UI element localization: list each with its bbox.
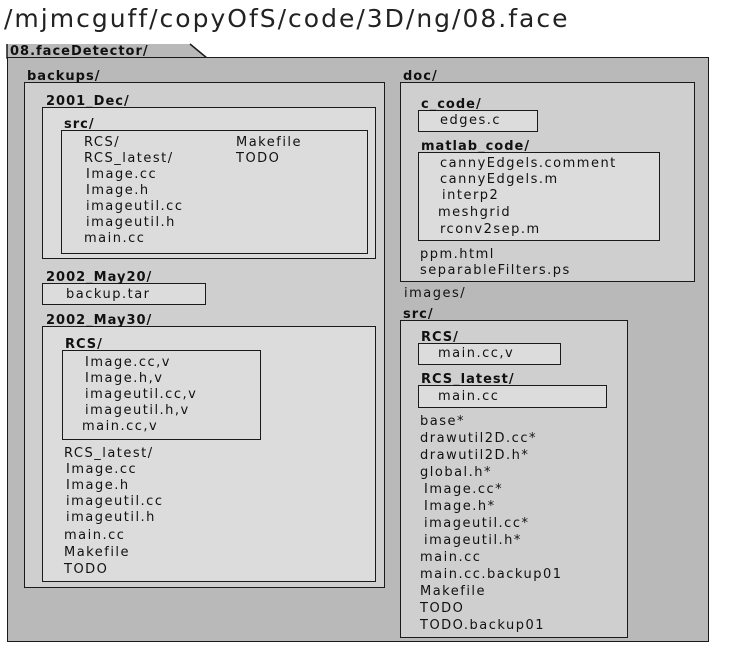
file-image-h-v[interactable]: Image.h,v <box>85 371 163 386</box>
file-makefile-2[interactable]: Makefile <box>64 545 130 560</box>
src-rcs-latest-label: RCS_latest/ <box>421 372 515 387</box>
file-drawutil2d-h[interactable]: drawutil2D.h* <box>420 448 529 463</box>
matlab-code-label: matlab_code/ <box>421 139 531 154</box>
file-main-cc-v-2[interactable]: main.cc,v <box>438 346 514 361</box>
dec2001-src-label: src/ <box>64 117 95 132</box>
root-folder-label: 08.faceDetector/ <box>10 44 149 59</box>
dec2001-folder-label: 2001_Dec/ <box>46 94 130 109</box>
file-main-cc-4[interactable]: main.cc <box>420 550 481 565</box>
file-imageutil-h-2[interactable]: imageutil.h <box>66 510 156 525</box>
file-imageutil-cc-2[interactable]: imageutil.cc <box>66 494 163 509</box>
src-rcs-label: RCS/ <box>421 330 459 345</box>
file-global-h[interactable]: global.h* <box>420 465 492 480</box>
file-image-cc-v[interactable]: Image.cc,v <box>85 355 171 370</box>
file-meshgrid[interactable]: meshgrid <box>438 205 511 220</box>
images-folder[interactable]: images/ <box>404 286 466 301</box>
file-main-cc-v[interactable]: main.cc,v <box>82 419 158 434</box>
file-separable-ps[interactable]: separableFilters.ps <box>420 263 571 278</box>
may20-folder-label: 2002_May20/ <box>46 270 153 285</box>
file-makefile[interactable]: Makefile <box>236 135 302 150</box>
path-title: /mjmcguff/copyOfS/code/3D/ng/08.face <box>4 4 570 33</box>
file-rcs-dir[interactable]: RCS/ <box>84 135 120 150</box>
may30-rcs-label: RCS/ <box>65 337 103 352</box>
file-drawutil2d-cc[interactable]: drawutil2D.cc* <box>420 431 537 446</box>
src-folder-label: src/ <box>403 307 434 322</box>
file-base[interactable]: base* <box>420 414 465 429</box>
file-todo[interactable]: TODO <box>236 151 280 166</box>
file-imageutil-cc-star[interactable]: imageutil.cc* <box>424 516 529 531</box>
file-backup-tar[interactable]: backup.tar <box>66 287 151 302</box>
file-image-cc-2[interactable]: Image.cc <box>66 462 137 477</box>
doc-folder-label: doc/ <box>403 69 438 84</box>
file-main-cc[interactable]: main.cc <box>84 231 145 246</box>
file-rcs-latest-dir[interactable]: RCS_latest/ <box>84 151 174 166</box>
file-imageutil-h[interactable]: imageutil.h <box>86 215 176 230</box>
file-edges-c[interactable]: edges.c <box>440 113 501 128</box>
file-rcs-latest-dir-2[interactable]: RCS_latest/ <box>64 446 154 461</box>
backups-folder-label: backups/ <box>27 69 101 84</box>
file-todo-3[interactable]: TODO <box>420 601 464 616</box>
file-image-cc-star[interactable]: Image.cc* <box>424 482 503 497</box>
file-imageutil-cc[interactable]: imageutil.cc <box>86 199 183 214</box>
file-canny-m[interactable]: cannyEdgels.m <box>440 172 559 187</box>
file-makefile-3[interactable]: Makefile <box>420 584 486 599</box>
file-interp2[interactable]: interp2 <box>442 188 499 203</box>
file-image-h-2[interactable]: Image.h <box>66 478 130 493</box>
file-image-cc[interactable]: Image.cc <box>86 167 157 182</box>
file-main-cc-2[interactable]: main.cc <box>64 528 125 543</box>
file-image-h-star[interactable]: Image.h* <box>424 499 496 514</box>
file-rconv2sep[interactable]: rconv2sep.m <box>440 222 541 237</box>
file-imageutil-cc-v[interactable]: imageutil.cc,v <box>85 387 197 402</box>
file-canny-comment[interactable]: cannyEdgels.comment <box>440 156 617 171</box>
file-ppm-html[interactable]: ppm.html <box>420 247 495 262</box>
file-todo-backup[interactable]: TODO.backup01 <box>420 618 545 633</box>
file-image-h[interactable]: Image.h <box>86 183 150 198</box>
file-main-backup[interactable]: main.cc.backup01 <box>420 567 563 582</box>
c-code-label: c_code/ <box>421 97 482 112</box>
file-imageutil-h-v[interactable]: imageutil.h,v <box>85 403 190 418</box>
file-main-cc-3[interactable]: main.cc <box>438 389 499 404</box>
may30-folder-label: 2002_May30/ <box>46 313 153 328</box>
file-todo-2[interactable]: TODO <box>64 562 108 577</box>
file-imageutil-h-star[interactable]: imageutil.h* <box>424 533 522 548</box>
